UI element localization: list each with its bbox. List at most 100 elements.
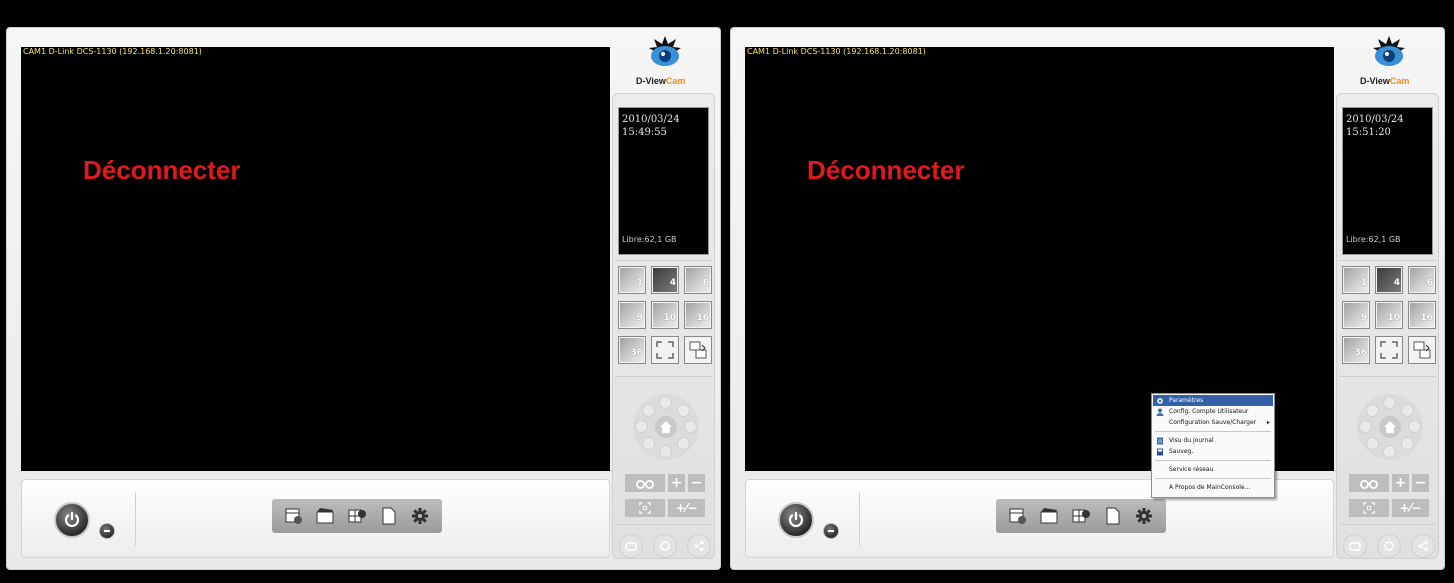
focus-controls: +⁄−: [1349, 499, 1429, 517]
focus-button[interactable]: [625, 499, 665, 517]
swap-screen-button[interactable]: [1408, 336, 1436, 364]
swap-screen-button[interactable]: [684, 336, 712, 364]
playback-button[interactable]: [314, 505, 336, 527]
layout-36-button[interactable]: 36: [1342, 336, 1370, 364]
eye-logo-icon: [1373, 36, 1405, 66]
ptz-down-button[interactable]: [1383, 445, 1396, 458]
binoculars-button[interactable]: [625, 474, 665, 492]
share-button[interactable]: [1411, 534, 1435, 558]
share-icon: [694, 540, 704, 552]
minimize-button[interactable]: [823, 523, 839, 539]
zoom-out-button[interactable]: −: [1412, 474, 1429, 492]
document-icon: [1106, 507, 1120, 525]
preset-icon: [1349, 542, 1361, 551]
zoom-in-button[interactable]: +: [1392, 474, 1409, 492]
swap-screen-icon: [689, 341, 707, 359]
ptz-right-button[interactable]: [684, 420, 697, 433]
ptz-up-right-button[interactable]: [1401, 404, 1414, 417]
ptz-up-button[interactable]: [659, 396, 672, 409]
ptz-up-button[interactable]: [1383, 396, 1396, 409]
focus-button[interactable]: [1349, 499, 1389, 517]
ptz-down-left-button[interactable]: [1366, 437, 1379, 450]
fullscreen-icon: [656, 341, 674, 359]
menu-item-sauveg[interactable]: Sauveg.: [1153, 446, 1273, 457]
menu-divider: [1155, 478, 1271, 479]
layout-1-button[interactable]: 1: [618, 266, 646, 294]
layout-16-button[interactable]: 16: [1408, 301, 1436, 329]
fullscreen-button[interactable]: [651, 336, 679, 364]
record-schedule-button[interactable]: [283, 505, 305, 527]
preset-button[interactable]: [1343, 534, 1367, 558]
zoom-in-button[interactable]: +: [668, 474, 685, 492]
ptz-home-button[interactable]: [1379, 416, 1401, 438]
ptz-down-right-button[interactable]: [1401, 437, 1414, 450]
swap-screen-icon: [1413, 341, 1431, 359]
binoculars-button[interactable]: [1349, 474, 1389, 492]
ptz-up-left-button[interactable]: [642, 404, 655, 417]
menu-item-visu-journal[interactable]: Visu du journal: [1153, 435, 1273, 446]
share-icon: [1418, 540, 1428, 552]
layout-config-button[interactable]: [1070, 505, 1092, 527]
settings-context-menu: Paramètres Config. Compte Utilisateur Co…: [1151, 393, 1275, 498]
menu-item-config-sauve-charger[interactable]: Configuration Sauve/Charger ▸: [1153, 417, 1273, 428]
ptz-left-button[interactable]: [635, 420, 648, 433]
side-panel: 2010/03/24 15:51:20 Libre:62,1 GB 1 4 6 …: [1336, 93, 1439, 559]
settings-button[interactable]: [1133, 505, 1155, 527]
focus-adjust-button[interactable]: +⁄−: [1392, 499, 1429, 517]
ptz-up-right-button[interactable]: [677, 404, 690, 417]
patrol-button[interactable]: [1377, 534, 1401, 558]
menu-item-service-reseau[interactable]: Service réseau: [1153, 464, 1273, 475]
layout-6-button[interactable]: 6: [684, 266, 712, 294]
layout-10-button[interactable]: 10: [1375, 301, 1403, 329]
menu-item-a-propos[interactable]: A Propos de MainConsole...: [1153, 482, 1273, 493]
bottom-round-buttons: [1343, 534, 1435, 558]
ptz-home-button[interactable]: [655, 416, 677, 438]
gear-icon: [1136, 508, 1153, 524]
share-button[interactable]: [687, 534, 711, 558]
ptz-control: [633, 394, 699, 460]
power-button[interactable]: [778, 502, 814, 538]
layout-9-button[interactable]: 9: [618, 301, 646, 329]
layout-config-button[interactable]: [346, 505, 368, 527]
focus-adjust-button[interactable]: +⁄−: [668, 499, 705, 517]
layout-4-button[interactable]: 4: [651, 266, 679, 294]
ptz-down-left-button[interactable]: [642, 437, 655, 450]
layout-4-button[interactable]: 4: [1375, 266, 1403, 294]
layout-16-button[interactable]: 16: [684, 301, 712, 329]
patrol-button[interactable]: [653, 534, 677, 558]
minimize-button[interactable]: [99, 523, 115, 539]
toolbar: [272, 499, 442, 533]
layout-9-button[interactable]: 9: [1342, 301, 1370, 329]
fullscreen-button[interactable]: [1375, 336, 1403, 364]
patrol-icon: [1384, 541, 1394, 551]
document-button[interactable]: [1102, 505, 1124, 527]
power-button[interactable]: [54, 502, 90, 538]
menu-item-config-compte[interactable]: Config. Compte Utilisateur: [1153, 406, 1273, 417]
time-text: 15:51:20: [1346, 127, 1391, 138]
menu-divider: [1155, 431, 1271, 432]
layout-10-button[interactable]: 10: [651, 301, 679, 329]
time-text: 15:49:55: [622, 127, 667, 138]
playback-button[interactable]: [1038, 505, 1060, 527]
layout-1-button[interactable]: 1: [1342, 266, 1370, 294]
ptz-up-left-button[interactable]: [1366, 404, 1379, 417]
free-space-text: Libre:62,1 GB: [1346, 235, 1401, 244]
layout-6-button[interactable]: 6: [1408, 266, 1436, 294]
preset-button[interactable]: [619, 534, 643, 558]
document-button[interactable]: [378, 505, 400, 527]
ptz-right-button[interactable]: [1408, 420, 1421, 433]
record-schedule-button[interactable]: [1007, 505, 1029, 527]
date-text: 2010/03/24: [622, 114, 680, 125]
settings-button[interactable]: [409, 505, 431, 527]
divider: [135, 492, 136, 546]
video-view[interactable]: CAM1 D-Link DCS-1130 (192.168.1.20:8081)…: [21, 47, 610, 471]
menu-item-parametres[interactable]: Paramètres: [1153, 395, 1273, 406]
layout-36-button[interactable]: 36: [618, 336, 646, 364]
focus-icon: [639, 502, 651, 514]
zoom-controls: + −: [625, 474, 705, 492]
ptz-down-button[interactable]: [659, 445, 672, 458]
zoom-out-button[interactable]: −: [688, 474, 705, 492]
ptz-left-button[interactable]: [1359, 420, 1372, 433]
settings-icon: [1157, 397, 1163, 404]
ptz-down-right-button[interactable]: [677, 437, 690, 450]
